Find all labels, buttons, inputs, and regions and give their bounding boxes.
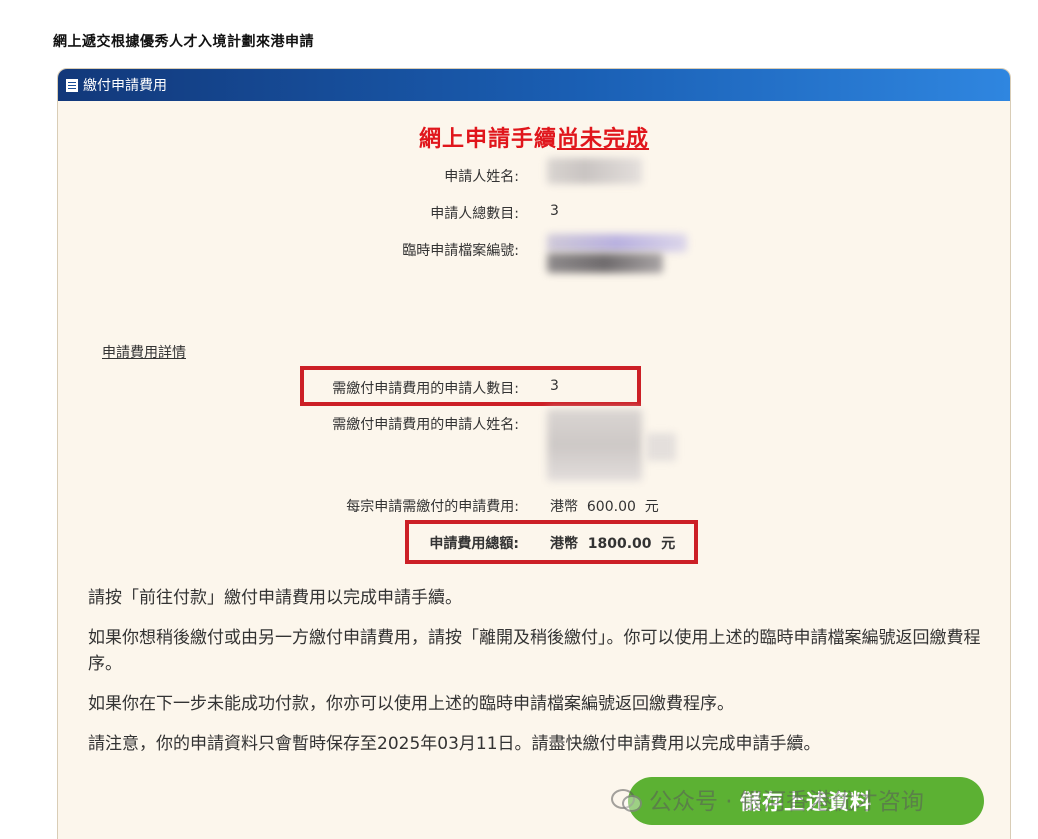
total-fee-row: 申請費用總額: [58,533,519,553]
applicant-count-value: 3 [550,203,559,219]
fee-details-link[interactable]: 申請費用詳情 [102,342,186,362]
page-title: 網上遞交根據優秀人才入境計劃來港申請 [53,34,314,50]
page: 網上遞交根據優秀人才入境計劃來港申請 繳付申請費用 網上申請手續尚未完成 申請人… [0,0,1038,839]
document-list-icon [66,78,78,92]
payers-name-row: 需繳付申請費用的申請人姓名: [58,414,519,434]
payers-count-row: 需繳付申請費用的申請人數目: [58,378,519,398]
temp-file-number-redacted-2 [547,253,663,273]
instruction-paragraph-3: 如果你在下一步未能成功付款，你亦可以使用上述的臨時申請檔案編號返回繳費程序。 [88,694,734,714]
applicant-name-label: 申請人姓名: [444,169,519,185]
status-emphasis: 尚未完成 [557,127,650,152]
applicant-count-row: 申請人總數目: [58,203,519,223]
save-above-data-button[interactable]: 儲存上述資料 [628,777,984,825]
total-fee-value: 港幣 1800.00 元 [550,536,676,552]
payers-name-label: 需繳付申請費用的申請人姓名: [332,417,519,433]
per-application-fee-value: 港幣 600.00 元 [550,499,659,515]
temp-file-number-row: 臨時申請檔案編號: [58,240,519,260]
payers-count-value: 3 [550,378,559,394]
temp-file-number-redacted-1 [547,234,687,252]
instruction-paragraph-1: 請按「前往付款」繳付申請費用以完成申請手續。 [88,588,462,608]
payers-names-redacted-extra [646,433,676,461]
payment-panel: 繳付申請費用 網上申請手續尚未完成 申請人姓名: 申請人總數目: 3 臨時申請檔… [57,68,1011,839]
per-application-fee-label: 每宗申請需繳付的申請費用: [346,499,519,515]
total-fee-label: 申請費用總額: [429,536,519,552]
payers-count-label: 需繳付申請費用的申請人數目: [332,381,519,397]
status-prefix: 網上申請手續 [418,127,557,152]
per-application-fee-row: 每宗申請需繳付的申請費用: [58,496,519,516]
applicant-name-redacted [547,158,642,184]
application-status-title: 網上申請手續尚未完成 [58,121,1010,153]
temp-file-number-label: 臨時申請檔案編號: [402,243,519,259]
panel-header: 繳付申請費用 [58,69,1010,101]
instruction-paragraph-2: 如果你想稍後繳付或由另一方繳付申請費用，請按「離開及稍後繳付」。你可以使用上述的… [88,628,981,674]
payers-names-redacted [547,409,642,481]
panel-header-title: 繳付申請費用 [83,78,167,94]
instruction-paragraph-4: 請注意，你的申請資料只會暫時保存至2025年03月11日。請盡快繳付申請費用以完… [88,734,821,754]
applicant-count-label: 申請人總數目: [430,206,519,222]
applicant-name-row: 申請人姓名: [58,166,519,186]
